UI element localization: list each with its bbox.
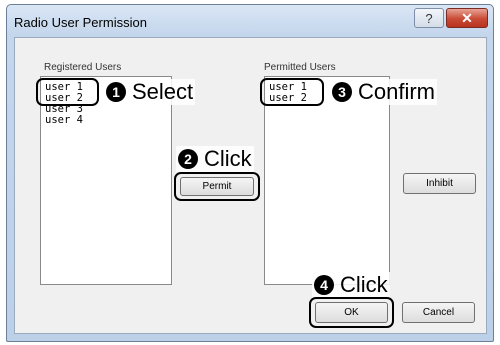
step-1-text: Select (132, 79, 194, 104)
cancel-button[interactable]: Cancel (402, 302, 475, 323)
help-button[interactable]: ? (414, 8, 444, 28)
step-4-text: Click (340, 272, 388, 297)
step-3-text: Confirm (358, 79, 436, 104)
registered-users-list[interactable]: user 1 user 2 user 3 user 4 (40, 76, 172, 285)
step-3-number: 3 (332, 82, 352, 102)
step-2-text: Click (204, 146, 252, 171)
step-4-annotation: 4 Click (312, 272, 390, 298)
select-callout (36, 78, 99, 106)
permit-button[interactable]: Permit (180, 177, 254, 196)
help-icon: ? (425, 10, 433, 26)
close-icon: ✕ (461, 9, 473, 26)
inhibit-button[interactable]: Inhibit (403, 173, 476, 194)
permitted-users-list[interactable]: user 1 user 2 (264, 76, 390, 285)
registered-users-label: Registered Users (44, 62, 122, 73)
permitted-users-label: Permitted Users (264, 62, 336, 73)
list-item[interactable]: user 4 (41, 115, 171, 126)
confirm-callout (260, 78, 324, 106)
step-2-annotation: 2 Click (176, 146, 254, 172)
step-1-annotation: 1 Select (104, 79, 196, 105)
window-title: Radio User Permission (14, 15, 147, 30)
close-button[interactable]: ✕ (446, 8, 488, 28)
ok-button[interactable]: OK (315, 302, 388, 323)
step-2-number: 2 (178, 149, 198, 169)
step-3-annotation: 3 Confirm (330, 79, 438, 105)
step-4-number: 4 (314, 275, 334, 295)
step-1-number: 1 (106, 82, 126, 102)
